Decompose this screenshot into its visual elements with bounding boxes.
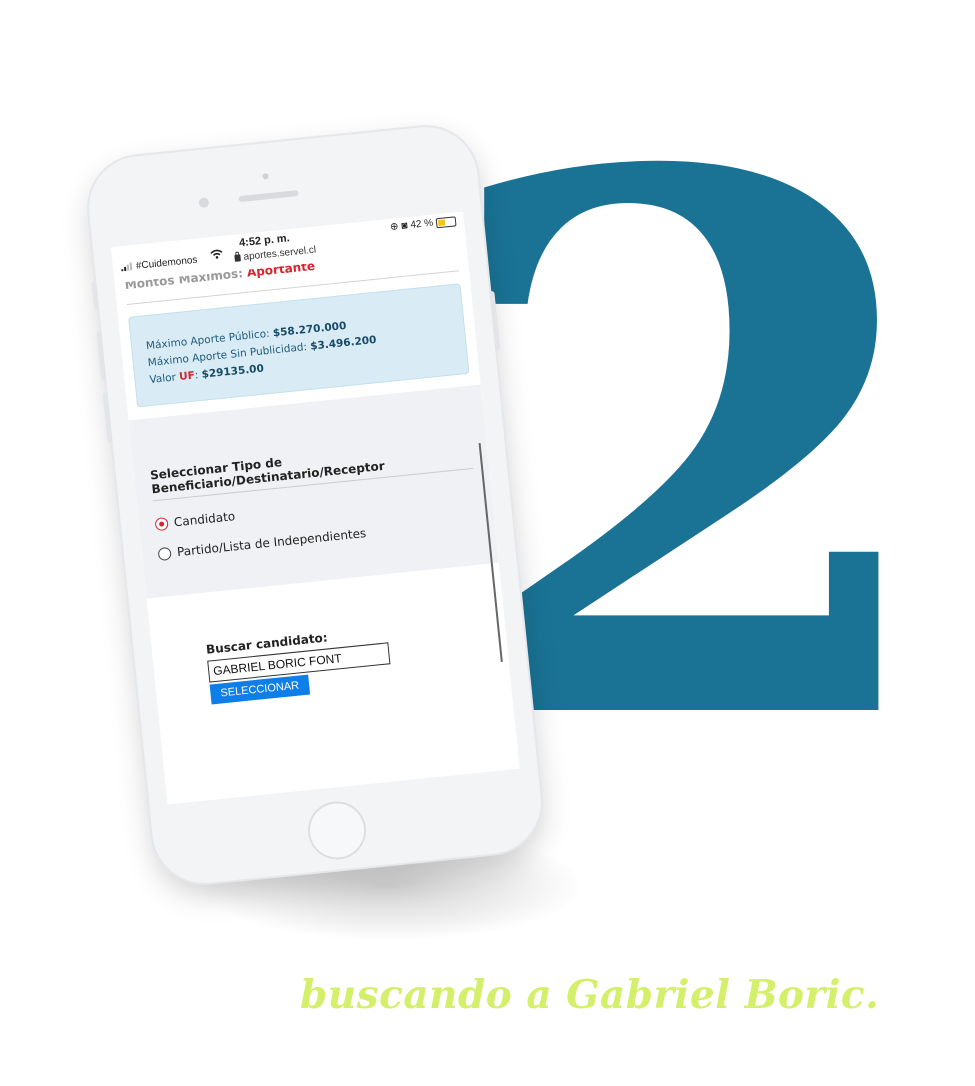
mute-switch — [91, 280, 100, 310]
caption: buscando a Gabriel Boric. — [300, 972, 880, 1018]
status-indicators: ⊕ ◙ 42 % — [390, 215, 457, 233]
carrier: #Cuidemonos — [120, 254, 198, 274]
beneficiary-type-panel: Seleccionar Tipo de Beneficiario/Destina… — [128, 384, 503, 663]
wifi-icon — [210, 249, 223, 259]
option-label: Partido/Lista de Independientes — [176, 526, 367, 560]
carrier-label: #Cuidemonos — [135, 254, 198, 272]
volume-down-button — [102, 392, 113, 443]
proximity-sensor — [262, 173, 269, 180]
phone-screen: #Cuidemonos 4:52 p. m. aportes.servel.cl… — [110, 211, 520, 805]
volume-up-button — [96, 330, 107, 381]
lock-icon — [234, 254, 241, 262]
battery-percent: 42 % — [409, 217, 434, 231]
earpiece-speaker — [238, 190, 299, 203]
phone-mockup: #Cuidemonos 4:52 p. m. aportes.servel.cl… — [84, 122, 546, 888]
alarm-icon: ◙ — [400, 220, 409, 232]
home-button[interactable] — [305, 798, 369, 863]
status-time: 4:52 p. m. — [238, 232, 291, 250]
orientation-lock-icon: ⊕ — [389, 221, 400, 233]
signal-icon — [121, 262, 133, 272]
contribution-limits-box: Máximo Aporte Público: $58.270.000 Máxim… — [128, 283, 470, 408]
front-camera — [198, 197, 210, 209]
battery-icon — [435, 215, 457, 228]
radio-candidato[interactable] — [154, 516, 169, 531]
option-label: Candidato — [173, 509, 236, 530]
radio-partido[interactable] — [157, 546, 172, 561]
